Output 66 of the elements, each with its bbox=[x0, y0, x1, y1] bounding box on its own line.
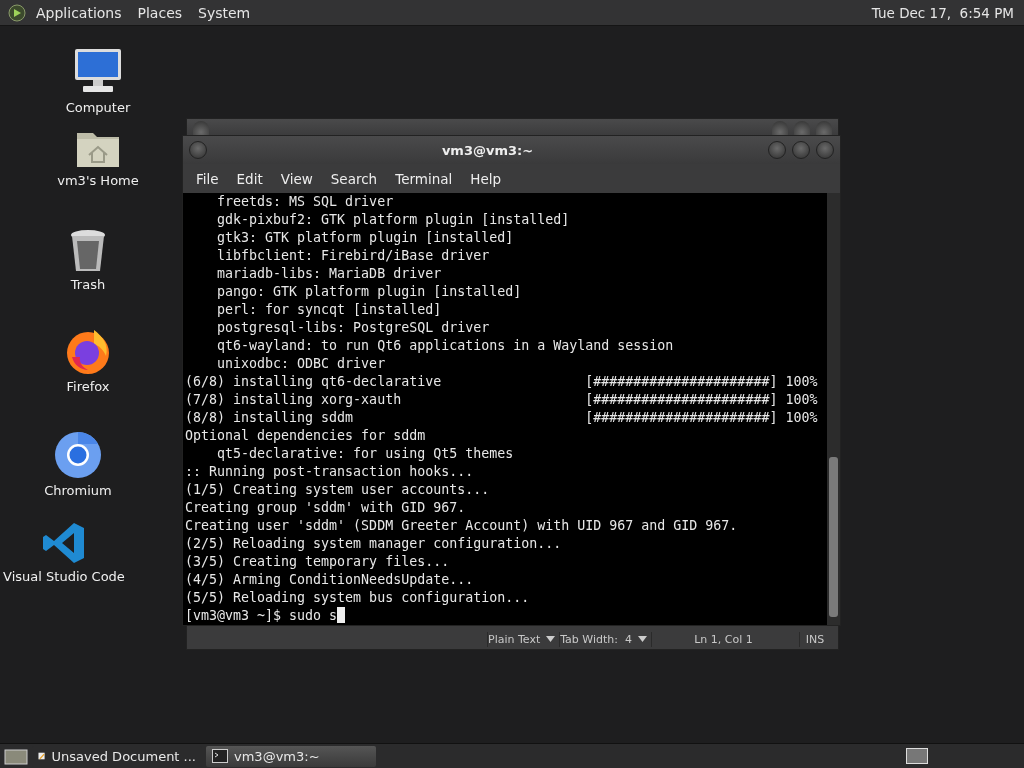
terminal-line: freetds: MS SQL driver bbox=[216, 193, 395, 211]
flame-globe-icon bbox=[64, 327, 112, 375]
caret-icon bbox=[638, 636, 647, 642]
distro-logo-icon bbox=[8, 3, 26, 22]
panel-menu[interactable]: Places bbox=[129, 4, 191, 21]
terminal-line: (4/5) Arming ConditionNeedsUpdate... bbox=[185, 571, 475, 589]
terminal-line: :: Running post-transaction hooks... bbox=[185, 463, 475, 481]
terminal-line: (5/5) Reloading system bus configuration... bbox=[185, 589, 531, 607]
language-dropdown[interactable]: Plain Text bbox=[487, 631, 556, 647]
show-desktop-icon[interactable] bbox=[4, 747, 28, 765]
scrollbar[interactable] bbox=[827, 193, 840, 625]
menu-item[interactable]: Help bbox=[461, 170, 511, 187]
terminal-line: pango: GTK platform plugin [installed] bbox=[216, 283, 523, 301]
terminal-line: qt5-declarative: for using Qt5 themes bbox=[216, 445, 515, 463]
insert-mode: INS bbox=[798, 631, 830, 647]
terminal-line: Creating user 'sddm' (SDDM Greeter Account) with UID 967 and GID 967. bbox=[185, 517, 739, 535]
trash-icon bbox=[69, 229, 107, 273]
menu-item[interactable]: File bbox=[187, 170, 228, 187]
maximize-button[interactable] bbox=[792, 141, 810, 159]
workspace-icon[interactable] bbox=[906, 748, 928, 764]
clock[interactable]: Tue Dec 17, 6:54 PM bbox=[871, 4, 1016, 21]
terminal-icon bbox=[212, 749, 228, 763]
terminal-line: Creating group 'sddm' with GID 967. bbox=[185, 499, 467, 517]
panel-menu[interactable]: Applications bbox=[28, 4, 130, 21]
desktop-icon-label[interactable]: Firefox bbox=[66, 379, 110, 394]
window-menu-button[interactable] bbox=[193, 121, 209, 135]
ring-circle-icon bbox=[54, 431, 102, 479]
taskbar-button[interactable]: vm3@vm3:~ bbox=[206, 745, 376, 767]
prompt-line: [vm3@vm3 ~]$ sudo s bbox=[185, 608, 338, 623]
menu-item[interactable]: Search bbox=[321, 170, 387, 187]
terminal-line: (6/8) installing qt6-declarative [######################] 100% bbox=[185, 373, 819, 391]
terminal-line: (2/5) Reloading system manager configuration... bbox=[185, 535, 563, 553]
terminal-line: gtk3: GTK platform plugin [installed] bbox=[216, 229, 515, 247]
desktop-icon-label[interactable]: Computer bbox=[65, 100, 131, 115]
terminal-line: (8/8) installing sddm [######################] 100% bbox=[185, 409, 819, 427]
terminal-line: gdk-pixbuf2: GTK platform plugin [installed] bbox=[216, 211, 571, 229]
terminal-line: (1/5) Creating system user accounts... bbox=[185, 481, 491, 499]
terminal-line: qt6-wayland: to run Qt6 applications in a Wayland session bbox=[216, 337, 675, 355]
terminal-line: mariadb-libs: MariaDB driver bbox=[216, 265, 443, 283]
window-menu-button[interactable] bbox=[189, 141, 207, 159]
desktop-icon-label[interactable]: Chromium bbox=[44, 483, 112, 498]
ribbon-logo-icon bbox=[42, 521, 86, 565]
terminal-line: perl: for syncqt [installed] bbox=[216, 301, 443, 319]
caret-icon bbox=[546, 636, 556, 642]
maximize-button[interactable] bbox=[794, 121, 810, 135]
minimize-button[interactable] bbox=[768, 141, 786, 159]
panel-menu[interactable]: System bbox=[190, 4, 259, 21]
desktop-icon-label[interactable]: vm3's Home bbox=[57, 173, 139, 188]
menu-item[interactable]: Terminal bbox=[386, 170, 462, 187]
terminal-line: postgresql-libs: PostgreSQL driver bbox=[216, 319, 491, 337]
terminal-line: (7/8) installing xorg-xauth [######################] 100% bbox=[185, 391, 819, 409]
terminal-line: libfbclient: Firebird/iBase driver bbox=[216, 247, 491, 265]
desktop-icon-label[interactable]: Visual Studio Code bbox=[3, 569, 125, 584]
close-button[interactable] bbox=[816, 141, 834, 159]
tab-width-dropdown[interactable]: Tab Width: 4 bbox=[559, 631, 647, 647]
window-title: vm3@vm3:~ bbox=[440, 142, 535, 158]
desktop-icon-label[interactable]: Trash bbox=[70, 277, 106, 292]
menu-item[interactable]: Edit bbox=[227, 170, 272, 187]
minimize-button[interactable] bbox=[772, 121, 788, 135]
terminal-line: Optional dependencies for sddm bbox=[185, 427, 427, 445]
terminal-line: unixodbc: ODBC driver bbox=[216, 355, 387, 373]
terminal-line: (3/5) Creating temporary files... bbox=[185, 553, 451, 571]
text-cursor bbox=[337, 607, 346, 623]
cursor-position: Ln 1, Col 1 bbox=[651, 631, 795, 647]
menu-item[interactable]: View bbox=[271, 170, 322, 187]
close-button[interactable] bbox=[816, 121, 832, 135]
